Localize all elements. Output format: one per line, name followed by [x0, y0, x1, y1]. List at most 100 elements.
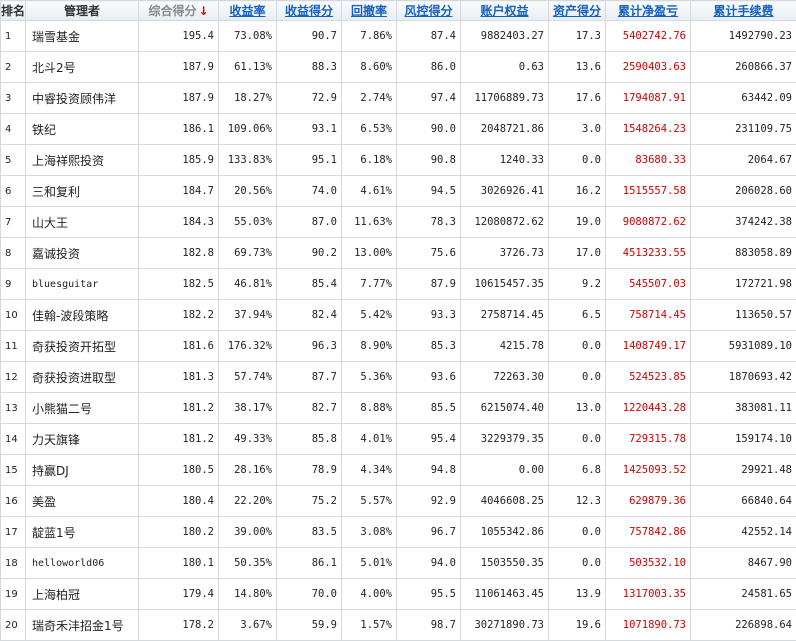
return-score-cell: 95.1 — [277, 145, 342, 176]
drawdown-cell: 8.90% — [342, 331, 397, 362]
risk-score-cell: 92.9 — [397, 486, 461, 517]
equity-cell: 3229379.35 — [461, 424, 549, 455]
return-score-cell: 96.3 — [277, 331, 342, 362]
manager-cell[interactable]: helloworld06 — [26, 548, 139, 579]
return-score-cell: 59.9 — [277, 610, 342, 641]
rank-cell: 12 — [1, 362, 26, 393]
manager-cell[interactable]: 佳翰-波段策略 — [26, 300, 139, 331]
return-score-cell: 93.1 — [277, 114, 342, 145]
rank-cell: 14 — [1, 424, 26, 455]
asset-score-cell: 17.3 — [549, 21, 606, 52]
equity-cell: 12080872.62 — [461, 207, 549, 238]
table-row: 4铁纪186.1109.06%93.16.53%90.02048721.863.… — [1, 114, 796, 145]
net-pnl-cell: 1515557.58 — [606, 176, 691, 207]
header-score[interactable]: 综合得分↓ — [139, 1, 219, 21]
fees-cell: 374242.38 — [691, 207, 796, 238]
header-risk-score[interactable]: 风控得分 — [397, 1, 461, 21]
rank-cell: 5 — [1, 145, 26, 176]
drawdown-cell: 6.53% — [342, 114, 397, 145]
fees-cell: 29921.48 — [691, 455, 796, 486]
equity-cell: 2758714.45 — [461, 300, 549, 331]
manager-cell[interactable]: 铁纪 — [26, 114, 139, 145]
score-cell: 180.1 — [139, 548, 219, 579]
drawdown-cell: 8.60% — [342, 52, 397, 83]
manager-cell[interactable]: 瑞雪基金 — [26, 21, 139, 52]
equity-cell: 9882403.27 — [461, 21, 549, 52]
header-net-pnl-label: 累计净盈亏 — [618, 4, 678, 18]
drawdown-cell: 5.36% — [342, 362, 397, 393]
manager-cell[interactable]: 山大王 — [26, 207, 139, 238]
risk-score-cell: 75.6 — [397, 238, 461, 269]
manager-cell[interactable]: 美盈 — [26, 486, 139, 517]
return-rate-cell: 3.67% — [219, 610, 277, 641]
manager-cell[interactable]: 中睿投资顾伟洋 — [26, 83, 139, 114]
drawdown-cell: 2.74% — [342, 83, 397, 114]
equity-cell: 4215.78 — [461, 331, 549, 362]
return-score-cell: 82.7 — [277, 393, 342, 424]
return-score-cell: 85.8 — [277, 424, 342, 455]
return-rate-cell: 61.13% — [219, 52, 277, 83]
header-fees[interactable]: 累计手续费 — [691, 1, 796, 21]
manager-cell[interactable]: 奇获投资开拓型 — [26, 331, 139, 362]
equity-cell: 3726.73 — [461, 238, 549, 269]
asset-score-cell: 0.0 — [549, 424, 606, 455]
return-score-cell: 78.9 — [277, 455, 342, 486]
manager-cell[interactable]: 三和复利 — [26, 176, 139, 207]
risk-score-cell: 95.4 — [397, 424, 461, 455]
return-rate-cell: 38.17% — [219, 393, 277, 424]
score-cell: 181.2 — [139, 393, 219, 424]
return-rate-cell: 39.00% — [219, 517, 277, 548]
manager-cell[interactable]: 上海柏冠 — [26, 579, 139, 610]
risk-score-cell: 85.3 — [397, 331, 461, 362]
fees-cell: 1870693.42 — [691, 362, 796, 393]
manager-cell[interactable]: 北斗2号 — [26, 52, 139, 83]
asset-score-cell: 6.5 — [549, 300, 606, 331]
header-return-rate[interactable]: 收益率 — [219, 1, 277, 21]
drawdown-cell: 5.42% — [342, 300, 397, 331]
manager-cell[interactable]: 上海祥熙投资 — [26, 145, 139, 176]
header-drawdown[interactable]: 回撤率 — [342, 1, 397, 21]
header-return-score[interactable]: 收益得分 — [277, 1, 342, 21]
header-net-pnl[interactable]: 累计净盈亏 — [606, 1, 691, 21]
manager-cell[interactable]: bluesguitar — [26, 269, 139, 300]
manager-cell[interactable]: 瑞奇禾沣招金1号 — [26, 610, 139, 641]
return-rate-cell: 46.81% — [219, 269, 277, 300]
asset-score-cell: 19.0 — [549, 207, 606, 238]
risk-score-cell: 90.0 — [397, 114, 461, 145]
manager-cell[interactable]: 嘉诚投资 — [26, 238, 139, 269]
net-pnl-cell: 524523.85 — [606, 362, 691, 393]
rank-cell: 20 — [1, 610, 26, 641]
asset-score-cell: 13.0 — [549, 393, 606, 424]
fees-cell: 5931089.10 — [691, 331, 796, 362]
net-pnl-cell: 4513233.55 — [606, 238, 691, 269]
header-manager: 管理者 — [26, 1, 139, 21]
score-cell: 184.3 — [139, 207, 219, 238]
rank-cell: 13 — [1, 393, 26, 424]
return-rate-cell: 57.74% — [219, 362, 277, 393]
manager-cell[interactable]: 持赢DJ — [26, 455, 139, 486]
return-rate-cell: 28.16% — [219, 455, 277, 486]
table-header-row: 排名 管理者 综合得分↓ 收益率 收益得分 回撤率 风控得分 账户权益 资产得分… — [1, 1, 796, 21]
equity-cell: 0.63 — [461, 52, 549, 83]
equity-cell: 1055342.86 — [461, 517, 549, 548]
equity-cell: 72263.30 — [461, 362, 549, 393]
table-row: 9bluesguitar182.546.81%85.47.77%87.91061… — [1, 269, 796, 300]
asset-score-cell: 0.0 — [549, 331, 606, 362]
asset-score-cell: 0.0 — [549, 145, 606, 176]
header-asset-score-label: 资产得分 — [553, 4, 601, 18]
manager-cell[interactable]: 靛蓝1号 — [26, 517, 139, 548]
rank-cell: 3 — [1, 83, 26, 114]
equity-cell: 2048721.86 — [461, 114, 549, 145]
header-equity[interactable]: 账户权益 — [461, 1, 549, 21]
asset-score-cell: 6.8 — [549, 455, 606, 486]
header-asset-score[interactable]: 资产得分 — [549, 1, 606, 21]
manager-cell[interactable]: 奇获投资进取型 — [26, 362, 139, 393]
rank-cell: 10 — [1, 300, 26, 331]
asset-score-cell: 19.6 — [549, 610, 606, 641]
manager-cell[interactable]: 力天旗锋 — [26, 424, 139, 455]
net-pnl-cell: 1071890.73 — [606, 610, 691, 641]
manager-cell[interactable]: 小熊猫二号 — [26, 393, 139, 424]
risk-score-cell: 97.4 — [397, 83, 461, 114]
equity-cell: 0.00 — [461, 455, 549, 486]
rank-cell: 18 — [1, 548, 26, 579]
